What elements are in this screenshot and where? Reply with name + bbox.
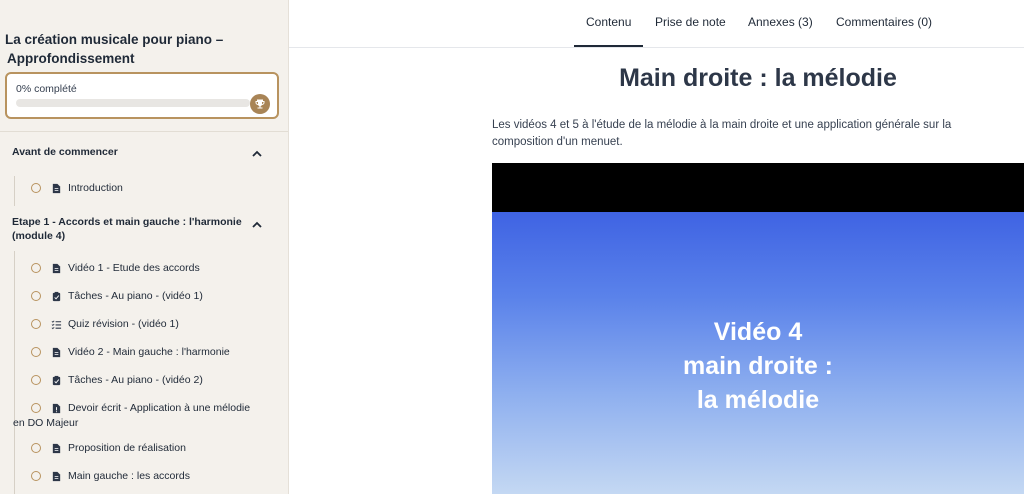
- video-title-overlay: Vidéo 4 main droite : la mélodie: [492, 315, 1024, 417]
- document-icon: [52, 183, 61, 194]
- course-sidebar: La création musicale pour piano – Approf…: [0, 0, 289, 494]
- video-player[interactable]: Vidéo 4 main droite : la mélodie: [492, 163, 1024, 494]
- incomplete-circle-icon: [31, 183, 41, 193]
- tab-prise-de-note[interactable]: Prise de note: [655, 15, 726, 29]
- section-title-line1: Etape 1 - Accords et main gauche : l'har…: [12, 216, 242, 228]
- active-tab-indicator: [574, 45, 643, 47]
- document-icon: [52, 443, 61, 454]
- video-title-line3: la mélodie: [696, 386, 820, 414]
- progress-bar: [16, 99, 250, 107]
- lesson-label: Tâches - Au piano - (vidéo 2): [68, 374, 203, 386]
- progress-label: 0% complété: [16, 83, 77, 95]
- lesson-description: Les vidéos 4 et 5 à l'étude de la mélodi…: [492, 119, 952, 148]
- incomplete-circle-icon: [31, 347, 41, 357]
- incomplete-circle-icon: [31, 263, 41, 273]
- lesson-title: Main droite : la mélodie: [619, 64, 897, 92]
- course-title-line1: La création musicale pour piano –: [5, 32, 224, 47]
- incomplete-circle-icon: [31, 471, 41, 481]
- section-title-line2: (module 4): [12, 230, 66, 242]
- document-icon: [52, 471, 61, 482]
- lesson-label: Main gauche : les accords: [68, 470, 190, 482]
- section-header-etape-1[interactable]: Etape 1 - Accords et main gauche : l'har…: [12, 215, 252, 243]
- video-title-line1: Vidéo 4: [713, 318, 803, 346]
- chevron-up-icon[interactable]: [250, 218, 264, 232]
- incomplete-circle-icon: [31, 291, 41, 301]
- lesson-label: Vidéo 1 - Etude des accords: [68, 262, 200, 274]
- chevron-up-icon[interactable]: [250, 147, 264, 161]
- incomplete-circle-icon: [31, 319, 41, 329]
- lesson-label: Introduction: [68, 182, 123, 194]
- course-title: La création musicale pour piano – Approf…: [5, 30, 275, 68]
- video-title-line2: main droite :: [682, 352, 833, 380]
- lesson-label: Proposition de réalisation: [68, 442, 186, 454]
- section-header-avant-de-commencer[interactable]: Avant de commencer: [12, 145, 252, 159]
- divider: [0, 207, 288, 208]
- task-icon: [52, 375, 61, 386]
- document-icon: [52, 263, 61, 274]
- lesson-label: Vidéo 2 - Main gauche : l'harmonie: [68, 346, 230, 358]
- section-line: [14, 176, 15, 206]
- tab-annexes[interactable]: Annexes (3): [748, 15, 813, 29]
- lesson-label-line1: Devoir écrit - Application à une mélodie: [68, 402, 251, 414]
- document-icon: [52, 347, 61, 358]
- course-title-line2: Approfondissement: [7, 51, 135, 66]
- lesson-label: Devoir écrit - Application à une mélodie…: [13, 401, 268, 431]
- assignment-icon: [52, 403, 61, 414]
- incomplete-circle-icon: [31, 403, 41, 413]
- tab-contenu[interactable]: Contenu: [586, 15, 631, 29]
- incomplete-circle-icon: [31, 443, 41, 453]
- section-line: [14, 251, 15, 494]
- task-icon: [52, 291, 61, 302]
- content-tabs: Contenu Prise de note Annexes (3) Commen…: [289, 0, 1024, 48]
- lesson-label: Tâches - Au piano - (vidéo 1): [68, 290, 203, 302]
- divider: [0, 131, 288, 132]
- progress-card: 0% complété: [5, 72, 279, 119]
- lesson-label-line2: en DO Majeur: [13, 417, 79, 429]
- trophy-icon: [250, 94, 270, 114]
- quiz-list-icon: [51, 320, 62, 330]
- tab-commentaires[interactable]: Commentaires (0): [836, 15, 932, 29]
- lesson-label: Quiz révision - (vidéo 1): [68, 318, 179, 330]
- incomplete-circle-icon: [31, 375, 41, 385]
